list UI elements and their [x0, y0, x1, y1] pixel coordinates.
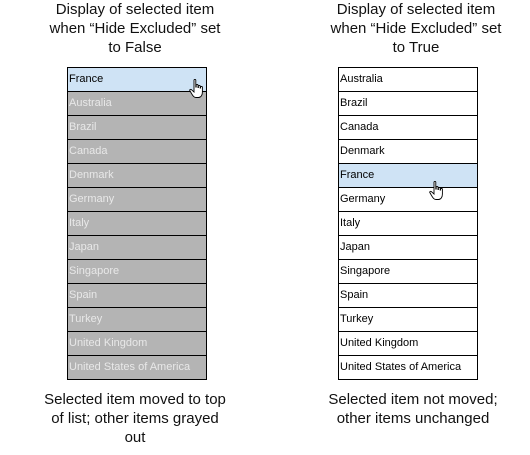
list-item-united-kingdom[interactable]: United Kingdom — [68, 332, 206, 356]
list-item-united-kingdom[interactable]: United Kingdom — [339, 332, 477, 356]
list-item-canada[interactable]: Canada — [339, 116, 477, 140]
list-item-germany[interactable]: Germany — [68, 188, 206, 212]
right-panel-caption: Selected item not moved; other items unc… — [328, 391, 498, 427]
right-country-listbox[interactable]: Australia Brazil Canada Denmark France German… — [338, 67, 478, 380]
list-item-japan[interactable]: Japan — [68, 236, 206, 260]
list-item-japan[interactable]: Japan — [339, 236, 477, 260]
list-item-australia[interactable]: Australia — [339, 68, 477, 92]
list-item-germany[interactable]: Germany — [339, 188, 477, 212]
list-item-italy[interactable]: Italy — [339, 212, 477, 236]
list-item-france[interactable]: France — [339, 164, 477, 188]
list-item-denmark[interactable]: Denmark — [339, 140, 477, 164]
left-panel-caption: Selected item moved to top of list; othe… — [44, 391, 226, 446]
left-panel-title: Display of selected item when “Hide Excl… — [49, 1, 221, 56]
list-item-singapore[interactable]: Singapore — [68, 260, 206, 284]
hand-pointer-icon — [189, 79, 205, 99]
hand-pointer-icon — [429, 181, 445, 201]
list-item-denmark[interactable]: Denmark — [68, 164, 206, 188]
list-item-brazil[interactable]: Brazil — [339, 92, 477, 116]
list-item-canada[interactable]: Canada — [68, 140, 206, 164]
left-country-listbox[interactable]: France Australia Brazil Canada Denmark German… — [67, 67, 207, 380]
list-item-spain[interactable]: Spain — [68, 284, 206, 308]
list-item-turkey[interactable]: Turkey — [68, 308, 206, 332]
list-item-brazil[interactable]: Brazil — [68, 116, 206, 140]
list-item-singapore[interactable]: Singapore — [339, 260, 477, 284]
list-item-united-states-of-america[interactable]: United States of America — [68, 356, 206, 379]
list-item-turkey[interactable]: Turkey — [339, 308, 477, 332]
list-item-spain[interactable]: Spain — [339, 284, 477, 308]
right-panel-title: Display of selected item when “Hide Excl… — [330, 1, 502, 56]
list-item-italy[interactable]: Italy — [68, 212, 206, 236]
list-item-france[interactable]: France — [68, 68, 206, 92]
list-item-united-states-of-america[interactable]: United States of America — [339, 356, 477, 379]
list-item-australia[interactable]: Australia — [68, 92, 206, 116]
